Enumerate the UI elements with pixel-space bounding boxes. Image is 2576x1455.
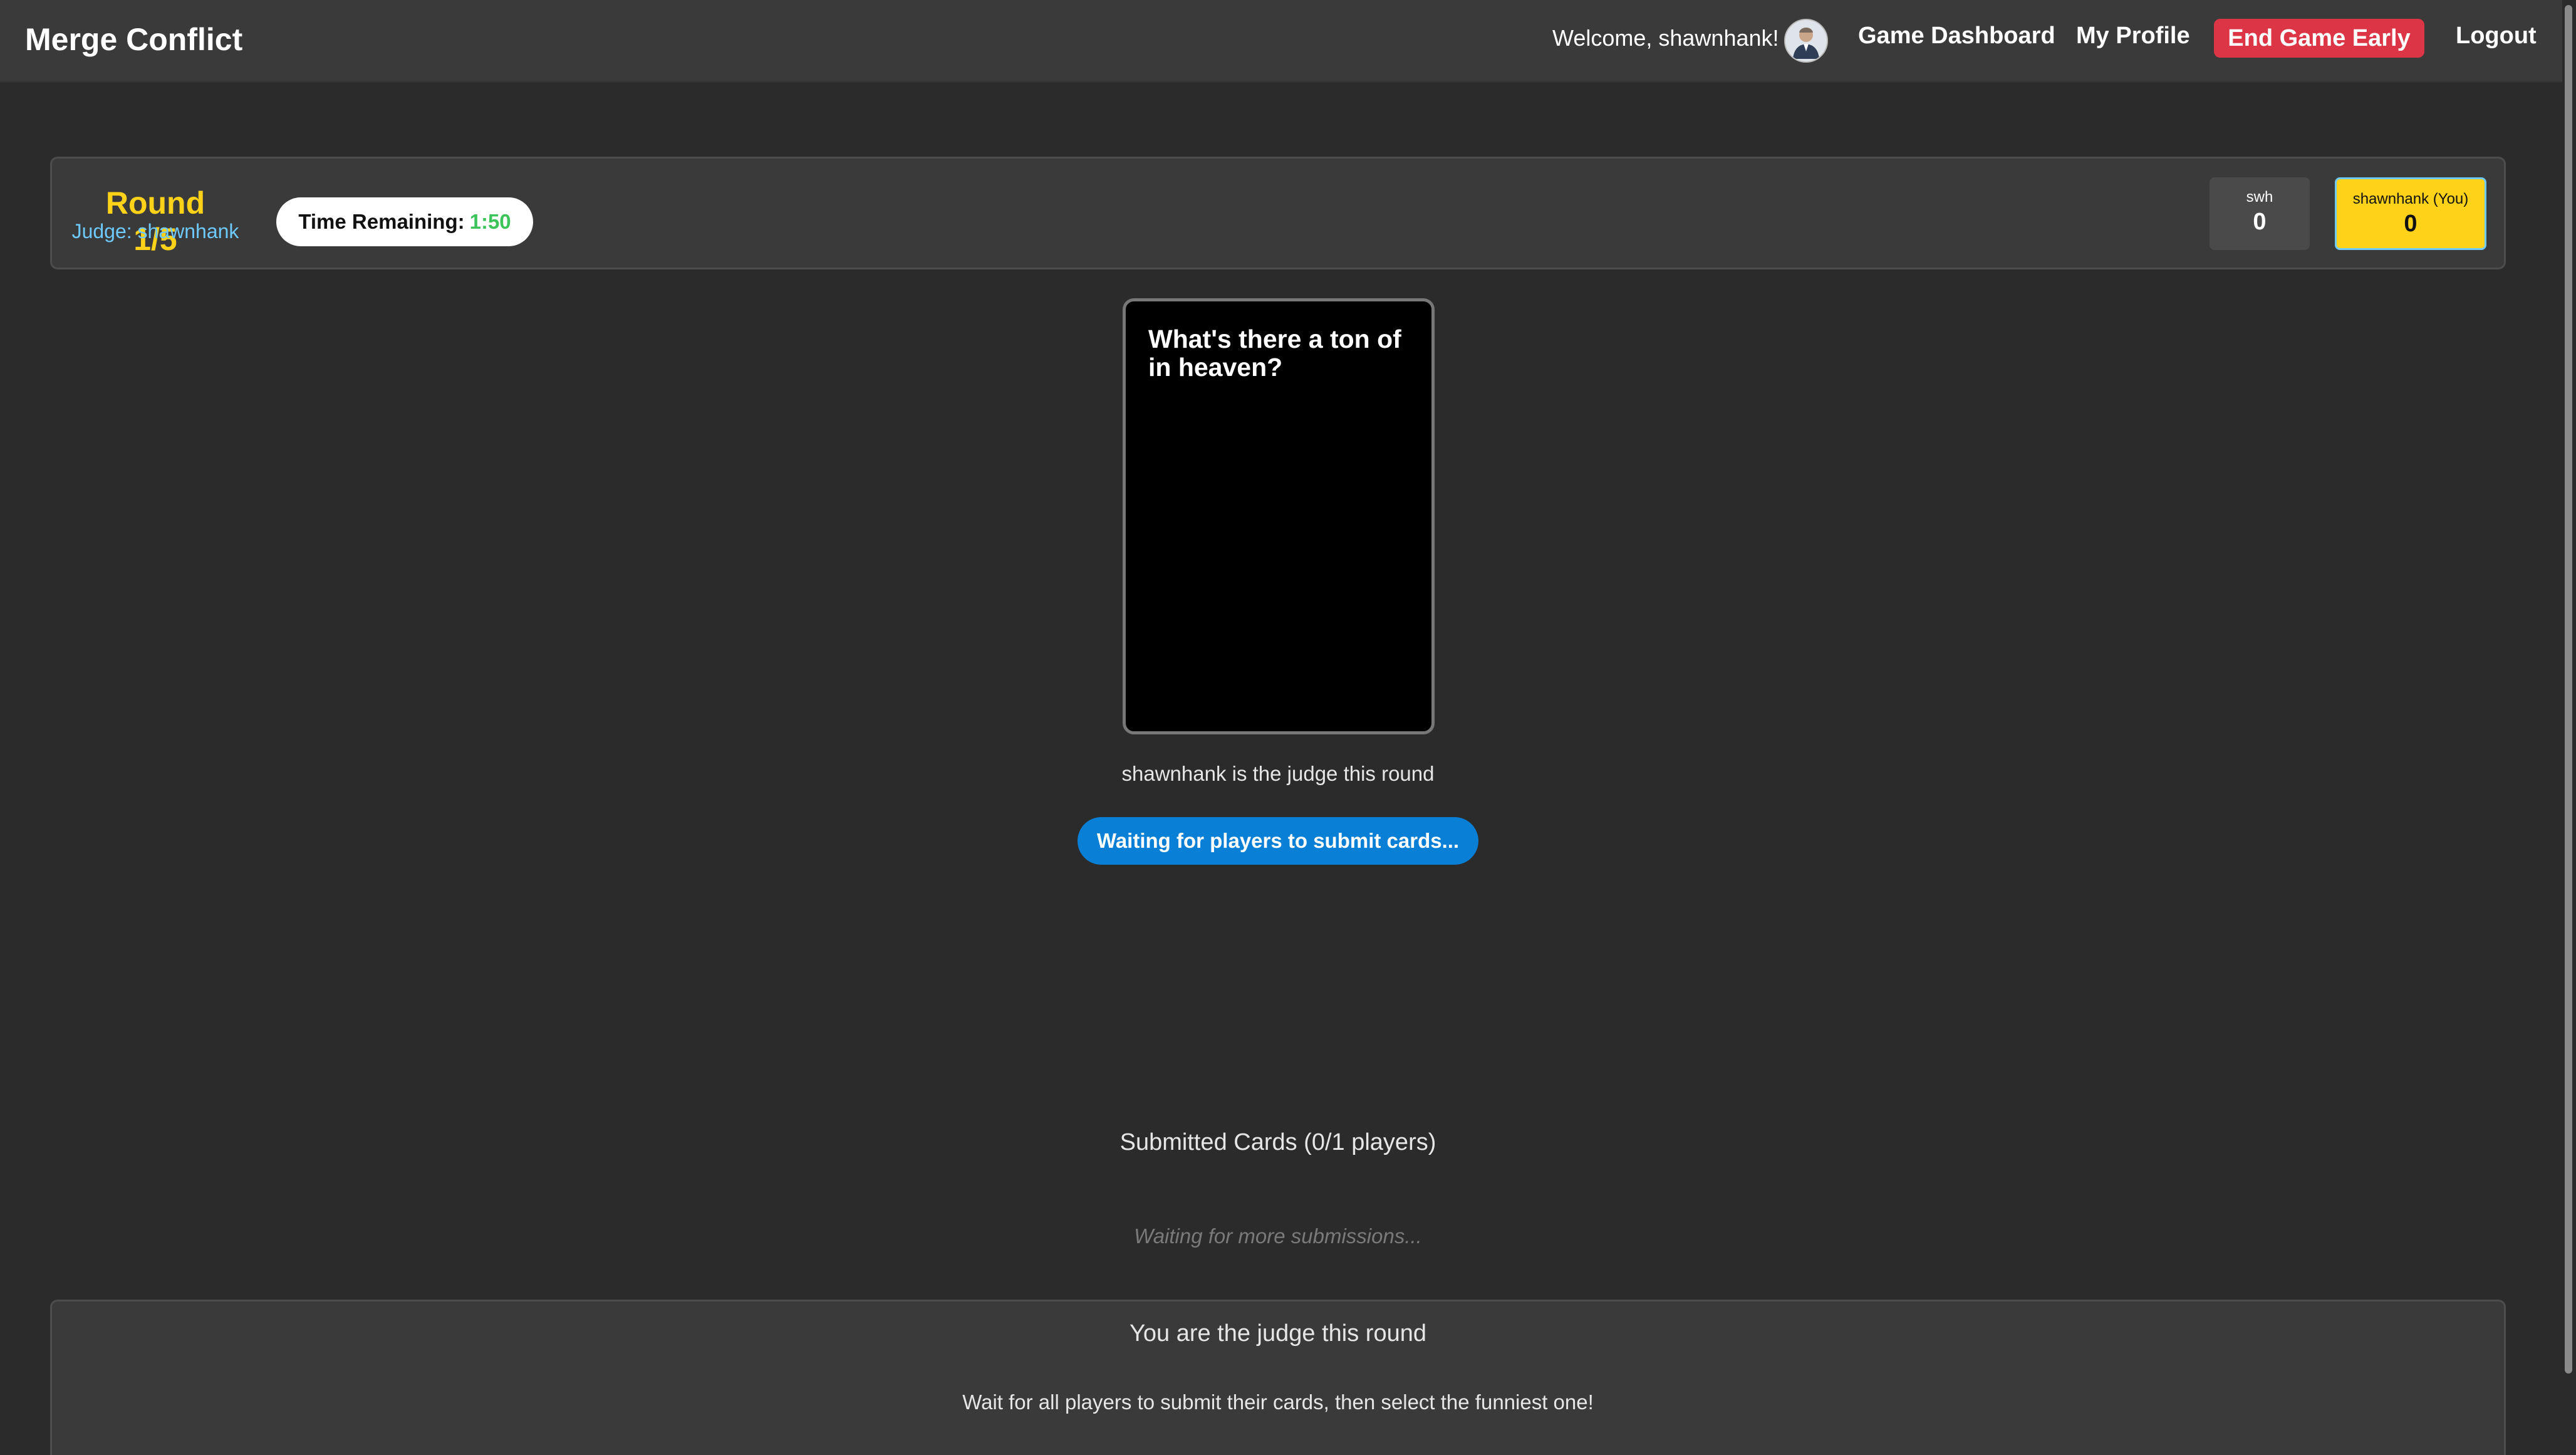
top-navbar: Merge Conflict Welcome, shawnhank! Game … <box>0 0 2562 83</box>
judge-panel-title: You are the judge this round <box>1130 1320 1426 1347</box>
time-remaining-badge: Time Remaining: 1:50 <box>276 197 533 246</box>
player-score-you: shawnhank (You) 0 <box>2335 177 2486 250</box>
player-score-swh: swh 0 <box>2210 177 2310 250</box>
timer-value: 1:50 <box>469 210 511 233</box>
player-name: shawnhank (You) <box>2352 190 2469 207</box>
timer-label: Time Remaining: <box>298 210 465 233</box>
user-avatar-icon <box>1785 20 1827 61</box>
logout-link[interactable]: Logout <box>2456 23 2537 50</box>
player-name: swh <box>2246 189 2273 206</box>
waiting-more-submissions-text: Waiting for more submissions... <box>1134 1224 1422 1248</box>
judge-status-text: shawnhank is the judge this round <box>1121 762 1435 785</box>
waiting-for-submissions-button[interactable]: Waiting for players to submit cards... <box>1078 817 1478 865</box>
end-game-early-button[interactable]: End Game Early <box>2214 19 2424 58</box>
scrollbar-thumb[interactable] <box>2565 5 2572 1374</box>
round-header-panel: Round 1/5 Judge: shawnhank Time Remainin… <box>50 157 2506 269</box>
avatar[interactable] <box>1784 19 1828 63</box>
player-score: 0 <box>2404 211 2418 237</box>
judge-label: Judge: shawnhank <box>71 220 239 242</box>
question-text: What's there a ton of in heaven? <box>1148 325 1401 382</box>
player-score: 0 <box>2253 209 2267 235</box>
submitted-cards-heading: Submitted Cards (0/1 players) <box>1119 1129 1436 1155</box>
welcome-text: Welcome, shawnhank! <box>1552 25 1779 51</box>
judge-info-panel: You are the judge this round Wait for al… <box>50 1300 2506 1455</box>
game-dashboard-link[interactable]: Game Dashboard <box>1858 23 2055 50</box>
judge-panel-description: Wait for all players to submit their car… <box>962 1390 1594 1414</box>
game-screen: Merge Conflict Welcome, shawnhank! Game … <box>0 0 2576 1455</box>
black-question-card: What's there a ton of in heaven? <box>1123 298 1435 734</box>
my-profile-link[interactable]: My Profile <box>2076 23 2190 50</box>
brand-title[interactable]: Merge Conflict <box>25 21 242 58</box>
